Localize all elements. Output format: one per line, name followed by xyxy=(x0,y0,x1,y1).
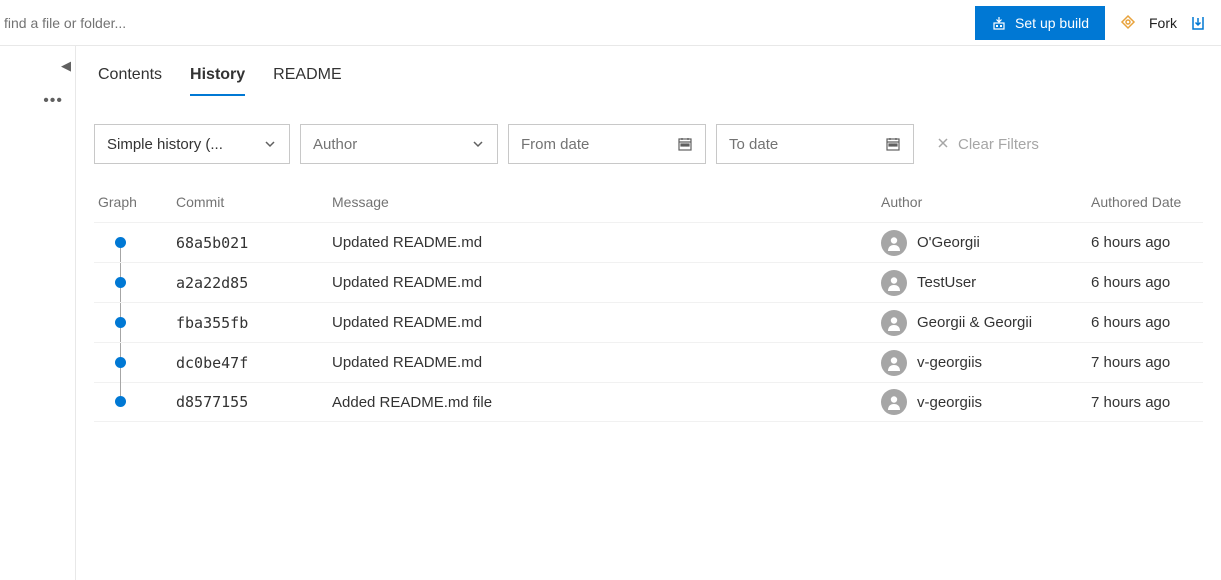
header-author: Author xyxy=(881,194,1091,210)
avatar xyxy=(881,230,907,256)
author-name: v-georgiis xyxy=(917,354,982,371)
to-date-input[interactable]: To date xyxy=(716,124,914,164)
commit-date: 7 hours ago xyxy=(1091,354,1203,371)
commit-hash[interactable]: d8577155 xyxy=(176,393,332,411)
commit-message[interactable]: Updated README.md xyxy=(332,314,881,331)
commit-hash[interactable]: dc0be47f xyxy=(176,354,332,372)
commit-list: 68a5b021Updated README.mdO'Georgii6 hour… xyxy=(94,222,1203,422)
setup-build-label: Set up build xyxy=(1015,15,1089,31)
table-row[interactable]: a2a22d85Updated README.md TestUser 6 hours… xyxy=(94,262,1203,302)
more-button[interactable]: ••• xyxy=(43,92,63,110)
graph-cell xyxy=(98,303,176,343)
download-icon[interactable] xyxy=(1189,14,1207,32)
commit-hash[interactable]: fba355fb xyxy=(176,314,332,332)
search-input[interactable]: find a file or folder... xyxy=(0,15,126,31)
table-row[interactable]: dc0be47fUpdated README.md v-georgiis 7 hou… xyxy=(94,342,1203,382)
graph-cell xyxy=(98,223,176,263)
commit-message[interactable]: Updated README.md xyxy=(332,354,881,371)
to-date-placeholder: To date xyxy=(729,136,778,153)
table-row[interactable]: d8577155Added README.md file v-georgiis 7 … xyxy=(94,382,1203,422)
close-icon xyxy=(936,136,950,153)
build-icon xyxy=(991,15,1007,31)
main-layout: ◀ ••• Contents History README Simple his… xyxy=(0,46,1221,580)
author-name: TestUser xyxy=(917,274,976,291)
tab-bar: Contents History README xyxy=(94,66,1203,96)
author-name: O'Georgii xyxy=(917,234,980,251)
commit-hash[interactable]: 68a5b021 xyxy=(176,234,332,252)
chevron-down-icon xyxy=(471,137,485,151)
header-graph: Graph xyxy=(98,194,176,210)
calendar-icon xyxy=(677,136,693,152)
commit-message[interactable]: Added README.md file xyxy=(332,394,881,411)
graph-node-icon xyxy=(115,357,126,368)
table-header: Graph Commit Message Author Authored Dat… xyxy=(94,188,1203,222)
avatar xyxy=(881,389,907,415)
author-name: Georgii & Georgii xyxy=(917,314,1032,331)
setup-build-button[interactable]: Set up build xyxy=(975,6,1105,40)
history-filter-label: Simple history (... xyxy=(107,136,223,153)
fork-button[interactable]: Fork xyxy=(1105,14,1221,32)
graph-node-icon xyxy=(115,277,126,288)
author-name: v-georgiis xyxy=(917,394,982,411)
table-row[interactable]: 68a5b021Updated README.md O'Georgii 6 hour… xyxy=(94,222,1203,262)
top-bar: find a file or folder... Set up build Fo xyxy=(0,0,1221,46)
table-row[interactable]: fba355fbUpdated README.md Georgii & Georg… xyxy=(94,302,1203,342)
header-message: Message xyxy=(332,194,881,210)
commit-message[interactable]: Updated README.md xyxy=(332,274,881,291)
from-date-placeholder: From date xyxy=(521,136,589,153)
calendar-icon xyxy=(885,136,901,152)
commit-message[interactable]: Updated README.md xyxy=(332,234,881,251)
top-actions: Set up build Fork xyxy=(975,0,1221,46)
graph-cell xyxy=(98,382,176,422)
commit-date: 7 hours ago xyxy=(1091,394,1203,411)
avatar xyxy=(881,350,907,376)
author-filter-placeholder: Author xyxy=(313,136,357,153)
from-date-input[interactable]: From date xyxy=(508,124,706,164)
commit-author: v-georgiis xyxy=(881,389,1091,415)
tab-readme[interactable]: README xyxy=(273,66,341,96)
clear-filters-label: Clear Filters xyxy=(958,136,1039,153)
header-date: Authored Date xyxy=(1091,194,1203,210)
graph-cell xyxy=(98,343,176,383)
commit-date: 6 hours ago xyxy=(1091,314,1203,331)
commit-date: 6 hours ago xyxy=(1091,234,1203,251)
tab-history[interactable]: History xyxy=(190,66,245,96)
header-commit: Commit xyxy=(176,194,332,210)
commit-author: O'Georgii xyxy=(881,230,1091,256)
avatar xyxy=(881,310,907,336)
graph-cell xyxy=(98,263,176,303)
commit-date: 6 hours ago xyxy=(1091,274,1203,291)
tab-contents[interactable]: Contents xyxy=(98,66,162,96)
graph-node-icon xyxy=(115,317,126,328)
clear-filters-button[interactable]: Clear Filters xyxy=(936,136,1039,153)
collapse-icon[interactable]: ◀ xyxy=(61,58,71,74)
graph-node-icon xyxy=(115,396,126,407)
commit-author: TestUser xyxy=(881,270,1091,296)
history-filter-select[interactable]: Simple history (... xyxy=(94,124,290,164)
fork-label: Fork xyxy=(1149,15,1177,31)
graph-node-icon xyxy=(115,237,126,248)
filters-row: Simple history (... Author From date xyxy=(94,124,1203,164)
commit-hash[interactable]: a2a22d85 xyxy=(176,274,332,292)
avatar xyxy=(881,270,907,296)
commit-author: Georgii & Georgii xyxy=(881,310,1091,336)
left-gutter: ◀ ••• xyxy=(0,46,76,580)
author-filter-select[interactable]: Author xyxy=(300,124,498,164)
fork-icon xyxy=(1119,14,1137,32)
commit-author: v-georgiis xyxy=(881,350,1091,376)
main-content: Contents History README Simple history (… xyxy=(76,46,1221,580)
chevron-down-icon xyxy=(263,137,277,151)
